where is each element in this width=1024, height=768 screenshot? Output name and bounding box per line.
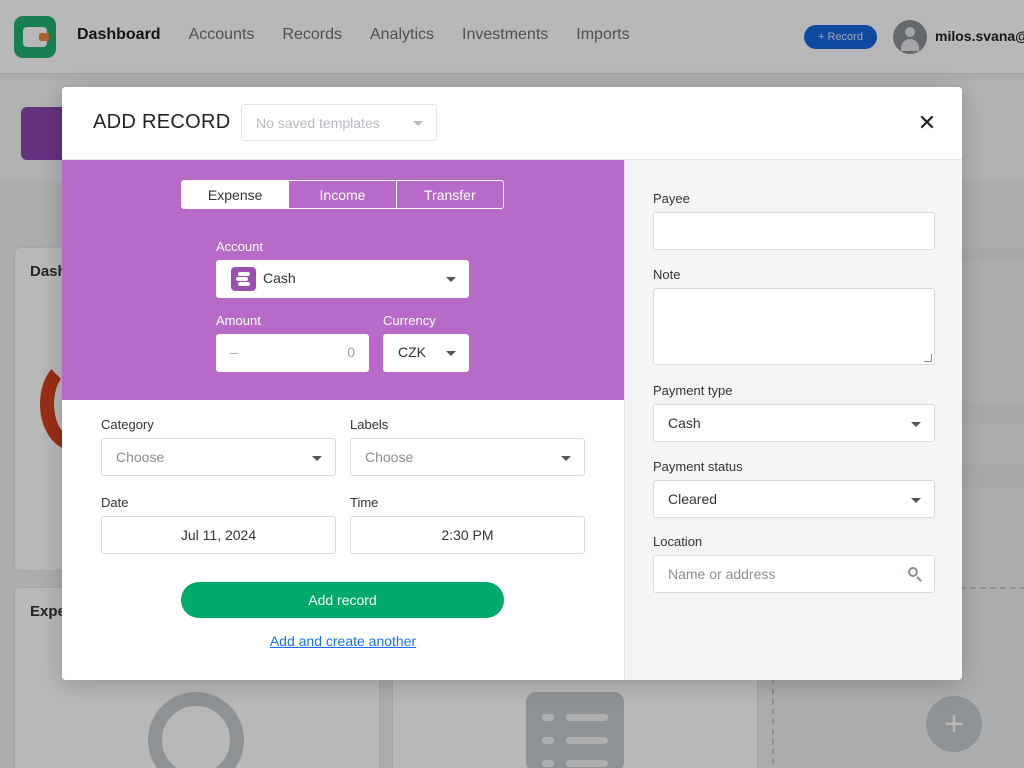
tab-expense[interactable]: Expense: [182, 181, 290, 208]
templates-select[interactable]: No saved templates: [241, 104, 437, 141]
time-input[interactable]: 2:30 PM: [350, 516, 585, 554]
account-select[interactable]: Cash: [216, 260, 469, 298]
time-value: 2:30 PM: [441, 527, 494, 543]
category-select[interactable]: Choose: [101, 438, 336, 476]
add-another-link-text[interactable]: Add and create another: [270, 633, 416, 649]
date-value: Jul 11, 2024: [180, 527, 257, 543]
amount-placeholder: 0: [347, 344, 355, 360]
tab-transfer[interactable]: Transfer: [397, 181, 503, 208]
amount-sign: –: [230, 344, 238, 360]
payment-type-value: Cash: [668, 415, 701, 431]
chevron-down-icon: [911, 498, 921, 503]
category-label: Category: [101, 417, 154, 432]
coins-icon: [231, 267, 256, 291]
labels-label: Labels: [350, 417, 389, 432]
amount-label: Amount: [216, 313, 261, 328]
expense-header-panel: Expense Income Transfer Account Cash Amo…: [62, 160, 624, 400]
date-input[interactable]: Jul 11, 2024: [101, 516, 336, 554]
location-placeholder: Name or address: [668, 566, 776, 582]
location-label: Location: [653, 534, 703, 549]
templates-placeholder: No saved templates: [256, 115, 380, 131]
payee-label: Payee: [653, 191, 690, 206]
resize-handle-icon[interactable]: [924, 354, 932, 362]
payment-type-select[interactable]: Cash: [653, 404, 935, 442]
account-label: Account: [216, 239, 263, 254]
chevron-down-icon: [446, 277, 456, 282]
category-placeholder: Choose: [116, 449, 165, 465]
dialog-title: ADD RECORD: [93, 111, 231, 133]
chevron-down-icon: [312, 456, 322, 461]
add-record-dialog: ADD RECORD No saved templates ✕ Expense …: [62, 87, 962, 680]
chevron-down-icon: [413, 121, 423, 126]
chevron-down-icon: [446, 351, 456, 356]
search-icon[interactable]: [908, 567, 922, 582]
labels-select[interactable]: Choose: [350, 438, 585, 476]
labels-placeholder: Choose: [365, 449, 414, 465]
currency-select[interactable]: CZK: [383, 334, 469, 372]
note-label: Note: [653, 267, 681, 282]
close-icon[interactable]: ✕: [914, 110, 940, 136]
record-details-panel: Payee Note Payment type Cash Payment sta…: [624, 160, 962, 680]
payment-type-label: Payment type: [653, 383, 733, 398]
dialog-header: ADD RECORD No saved templates ✕: [62, 87, 962, 160]
account-value: Cash: [263, 270, 296, 286]
chevron-down-icon: [911, 422, 921, 427]
date-label: Date: [101, 495, 129, 510]
record-main-form: Expense Income Transfer Account Cash Amo…: [62, 160, 624, 680]
time-label: Time: [350, 495, 379, 510]
payment-status-value: Cleared: [668, 491, 718, 507]
payment-status-select[interactable]: Cleared: [653, 480, 935, 518]
chevron-down-icon: [561, 456, 571, 461]
add-record-submit-button[interactable]: Add record: [181, 582, 504, 618]
tab-income[interactable]: Income: [289, 181, 397, 208]
payment-status-label: Payment status: [653, 459, 743, 474]
currency-value: CZK: [398, 344, 426, 360]
add-and-create-another-link: Add and create another: [62, 633, 624, 649]
currency-label: Currency: [383, 313, 436, 328]
location-input[interactable]: Name or address: [653, 555, 935, 593]
amount-input[interactable]: – 0: [216, 334, 369, 372]
note-textarea[interactable]: [653, 288, 935, 365]
payee-input[interactable]: [653, 212, 935, 250]
record-type-tabs: Expense Income Transfer: [181, 180, 504, 209]
